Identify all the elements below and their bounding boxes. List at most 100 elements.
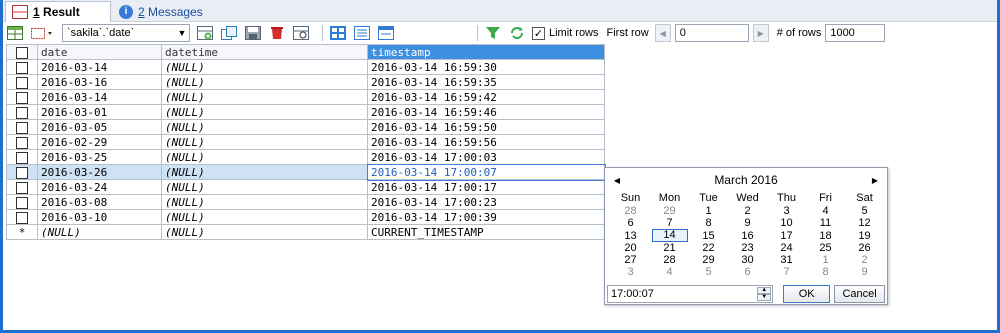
calendar-day-outside[interactable]: 5 (689, 266, 728, 278)
calendar-day[interactable]: 1 (689, 205, 728, 217)
calendar-day[interactable]: 20 (611, 242, 650, 254)
calendar-day[interactable]: 23 (728, 242, 767, 254)
calendar-day-outside[interactable]: 6 (728, 266, 767, 278)
row-checkbox[interactable] (6, 149, 38, 165)
calendar-day-outside[interactable]: 7 (767, 266, 806, 278)
cell-date[interactable]: 2016-03-10 (37, 209, 162, 225)
calendar-day[interactable]: 17 (767, 229, 806, 242)
cell-datetime[interactable]: (NULL) (161, 194, 368, 210)
calendar-day[interactable]: 6 (611, 217, 650, 229)
cell-date[interactable]: 2016-03-25 (37, 149, 162, 165)
row-checkbox[interactable] (6, 74, 38, 90)
calendar-day-outside[interactable]: 4 (650, 266, 689, 278)
calendar-day[interactable]: 21 (650, 242, 689, 254)
cell-timestamp[interactable]: 2016-03-14 16:59:35 (367, 74, 605, 90)
spin-down-icon[interactable]: ▼ (757, 294, 772, 301)
cell-timestamp[interactable]: 2016-03-14 16:59:30 (367, 59, 605, 75)
cell-date[interactable]: 2016-03-14 (37, 59, 162, 75)
row-checkbox[interactable] (6, 209, 38, 225)
limit-rows-checkbox[interactable]: ✓ (532, 26, 545, 40)
refresh-icon[interactable] (508, 25, 526, 41)
calendar-day[interactable]: 11 (806, 217, 845, 229)
text-view-icon[interactable] (377, 25, 395, 41)
calendar-day[interactable]: 13 (611, 229, 650, 242)
cell-date[interactable]: 2016-03-05 (37, 119, 162, 135)
calendar-day-outside[interactable]: 3 (611, 266, 650, 278)
spin-up-icon[interactable]: ▲ (757, 287, 772, 294)
row-checkbox[interactable] (6, 59, 38, 75)
cell-timestamp[interactable]: CURRENT_TIMESTAMP (367, 224, 605, 240)
calendar-day[interactable]: 16 (728, 229, 767, 242)
cell-timestamp[interactable]: 2016-03-14 16:59:42 (367, 89, 605, 105)
cell-datetime[interactable]: (NULL) (161, 119, 368, 135)
table-select[interactable]: `sakila`.`date` ▼ (62, 24, 190, 42)
cell-timestamp[interactable]: 2016-03-14 17:00:23 (367, 194, 605, 210)
delete-row-icon[interactable] (268, 25, 286, 41)
calendar-day-outside[interactable]: 28 (611, 205, 650, 217)
time-spinner[interactable]: ▲ ▼ (757, 287, 772, 301)
calendar-day-outside[interactable]: 8 (806, 266, 845, 278)
cell-date[interactable]: 2016-02-29 (37, 134, 162, 150)
cell-datetime[interactable]: (NULL) (161, 74, 368, 90)
cancel-button[interactable]: Cancel (834, 285, 885, 303)
grid-view-icon[interactable] (329, 25, 347, 41)
duplicate-row-icon[interactable] (220, 25, 238, 41)
cell-date[interactable]: 2016-03-16 (37, 74, 162, 90)
form-view-icon[interactable] (353, 25, 371, 41)
add-row-icon[interactable] (196, 25, 214, 41)
calendar-day[interactable]: 22 (689, 242, 728, 254)
new-row[interactable]: * (NULL) (NULL) CURRENT_TIMESTAMP (6, 224, 605, 240)
calendar-day-outside[interactable]: 1 (806, 254, 845, 266)
cell-datetime[interactable]: (NULL) (161, 104, 368, 120)
row-checkbox[interactable] (6, 119, 38, 135)
table-row[interactable]: 2016-03-24 (NULL) 2016-03-14 17:00:17 (6, 179, 605, 195)
row-checkbox[interactable] (6, 194, 38, 210)
previous-month-icon[interactable]: ◀ (611, 176, 623, 185)
cell-timestamp[interactable]: 2016-03-14 17:00:17 (367, 179, 605, 195)
table-row[interactable]: 2016-03-01 (NULL) 2016-03-14 16:59:46 (6, 104, 605, 120)
calendar-day-outside[interactable]: 9 (845, 266, 884, 278)
select-all-checkbox[interactable] (6, 44, 38, 60)
table-row-selected[interactable]: 2016-03-26 (NULL) 2016-03-14 17:00:07 (6, 163, 606, 181)
calendar-day-outside[interactable]: 29 (650, 205, 689, 217)
table-row[interactable]: 2016-03-16 (NULL) 2016-03-14 16:59:35 (6, 74, 605, 90)
calendar-day[interactable]: 28 (650, 254, 689, 266)
calendar-day[interactable]: 18 (806, 229, 845, 242)
tab-result[interactable]: 1 Result (5, 1, 111, 22)
cell-datetime[interactable]: (NULL) (161, 224, 368, 240)
calendar-day[interactable]: 19 (845, 229, 884, 242)
cell-datetime[interactable]: (NULL) (161, 89, 368, 105)
calendar-day[interactable]: 25 (806, 242, 845, 254)
cell-date[interactable]: (NULL) (37, 224, 162, 240)
cell-datetime[interactable]: (NULL) (161, 134, 368, 150)
filter-icon[interactable] (484, 25, 502, 41)
table-row[interactable]: 2016-03-05 (NULL) 2016-03-14 16:59:50 (6, 119, 605, 135)
cell-date[interactable]: 2016-03-08 (37, 194, 162, 210)
row-checkbox[interactable] (6, 104, 38, 120)
calendar-day[interactable]: 4 (806, 205, 845, 217)
next-page-icon[interactable]: ▶ (752, 24, 769, 42)
next-month-icon[interactable]: ▶ (869, 176, 881, 185)
calendar-day[interactable]: 24 (767, 242, 806, 254)
column-header-datetime[interactable]: datetime (161, 44, 368, 60)
export-grid-icon[interactable] (6, 25, 24, 41)
table-row[interactable]: 2016-03-10 (NULL) 2016-03-14 17:00:39 (6, 209, 605, 225)
cell-date[interactable]: 2016-03-14 (37, 89, 162, 105)
calendar-day[interactable]: 15 (689, 229, 728, 242)
cell-datetime[interactable]: (NULL) (161, 209, 368, 225)
calendar-day[interactable]: 8 (689, 217, 728, 229)
row-checkbox[interactable] (6, 134, 38, 150)
table-row[interactable]: 2016-03-14 (NULL) 2016-03-14 16:59:42 (6, 89, 605, 105)
row-checkbox[interactable] (6, 89, 38, 105)
calendar-day[interactable]: 5 (845, 205, 884, 217)
cell-datetime[interactable]: (NULL) (161, 179, 368, 195)
calendar-day[interactable]: 7 (650, 217, 689, 229)
cell-timestamp[interactable]: 2016-03-14 16:59:46 (367, 104, 605, 120)
table-row[interactable]: 2016-03-14 (NULL) 2016-03-14 16:59:30 (6, 59, 605, 75)
calendar-day-selected[interactable]: 14 (650, 229, 689, 242)
refresh-row-icon[interactable] (292, 25, 310, 41)
ok-button[interactable]: OK (783, 285, 831, 303)
calendar-day[interactable]: 12 (845, 217, 884, 229)
cell-date[interactable]: 2016-03-24 (37, 179, 162, 195)
cell-timestamp[interactable]: 2016-03-14 16:59:56 (367, 134, 605, 150)
